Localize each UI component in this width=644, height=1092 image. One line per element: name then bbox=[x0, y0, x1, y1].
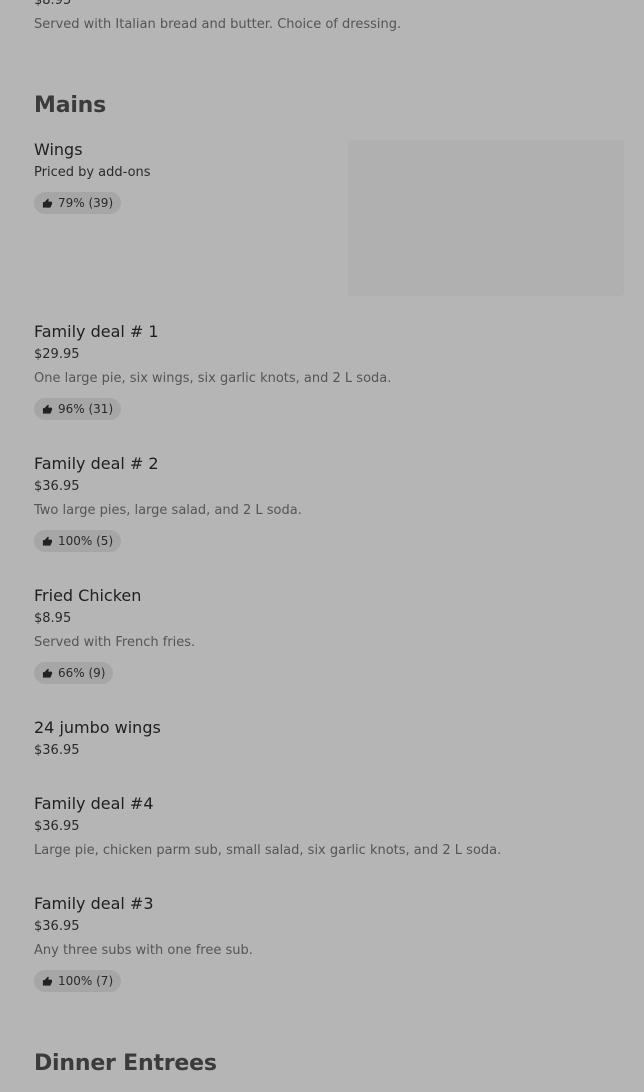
menu-item-family-deal-4[interactable]: Family deal #4 $36.95 Large pie, chicken… bbox=[34, 794, 614, 870]
menu-item-fried-chicken[interactable]: Fried Chicken $8.95 Served with French f… bbox=[34, 586, 614, 696]
item-name: Wings bbox=[34, 140, 83, 159]
item-name: Family deal #3 bbox=[34, 894, 154, 913]
item-price: Priced by add-ons bbox=[34, 165, 151, 180]
section-title-dinner-entrees: Dinner Entrees bbox=[34, 1051, 217, 1076]
item-name: Family deal # 1 bbox=[34, 322, 159, 341]
rating-text: 66% (9) bbox=[58, 666, 106, 680]
item-name: Family deal # 2 bbox=[34, 454, 159, 473]
wings-image[interactable] bbox=[348, 140, 624, 296]
item-price: $36.95 bbox=[34, 819, 80, 834]
item-name: 24 jumbo wings bbox=[34, 718, 161, 737]
rating-text: 100% (7) bbox=[58, 974, 114, 988]
menu-item-24-jumbo-wings[interactable]: 24 jumbo wings $36.95 bbox=[34, 718, 614, 768]
rating-badge: 100% (5) bbox=[34, 530, 122, 552]
thumbs-up-icon bbox=[42, 197, 53, 209]
thumbs-up-icon bbox=[42, 975, 53, 987]
section-title-mains: Mains bbox=[34, 93, 107, 118]
item-price: $8.95 bbox=[34, 611, 72, 626]
item-description: Large pie, chicken parm sub, small salad… bbox=[34, 843, 502, 858]
rating-badge: 96% (31) bbox=[34, 398, 122, 420]
menu-item-family-deal-2[interactable]: Family deal # 2 $36.95 Two large pies, l… bbox=[34, 454, 614, 564]
thumbs-up-icon bbox=[42, 403, 53, 415]
item-description: Served with Italian bread and butter. Ch… bbox=[34, 17, 402, 32]
rating-badge: 66% (9) bbox=[34, 662, 114, 684]
rating-badge: 100% (7) bbox=[34, 970, 122, 992]
menu-page: $8.95 Served with Italian bread and butt… bbox=[0, 0, 644, 1092]
menu-item-wings[interactable]: Wings Priced by add-ons 79% (39) bbox=[34, 140, 334, 300]
item-description: Any three subs with one free sub. bbox=[34, 943, 253, 958]
rating-text: 100% (5) bbox=[58, 534, 114, 548]
thumbs-up-icon bbox=[42, 667, 53, 679]
menu-item-family-deal-1[interactable]: Family deal # 1 $29.95 One large pie, si… bbox=[34, 322, 614, 432]
item-name: Fried Chicken bbox=[34, 586, 142, 605]
item-name: Family deal #4 bbox=[34, 794, 154, 813]
item-description: Served with French fries. bbox=[34, 635, 196, 650]
item-price: $8.95 bbox=[34, 0, 72, 8]
rating-text: 96% (31) bbox=[58, 402, 114, 416]
thumbs-up-icon bbox=[42, 535, 53, 547]
item-price: $29.95 bbox=[34, 347, 80, 362]
item-price: $36.95 bbox=[34, 919, 80, 934]
item-price: $36.95 bbox=[34, 479, 80, 494]
item-price: $36.95 bbox=[34, 743, 80, 758]
item-description: One large pie, six wings, six garlic kno… bbox=[34, 371, 392, 386]
rating-text: 79% (39) bbox=[58, 196, 114, 210]
menu-item-family-deal-3[interactable]: Family deal #3 $36.95 Any three subs wit… bbox=[34, 894, 614, 1004]
item-description: Two large pies, large salad, and 2 L sod… bbox=[34, 503, 302, 518]
rating-badge: 79% (39) bbox=[34, 192, 122, 214]
